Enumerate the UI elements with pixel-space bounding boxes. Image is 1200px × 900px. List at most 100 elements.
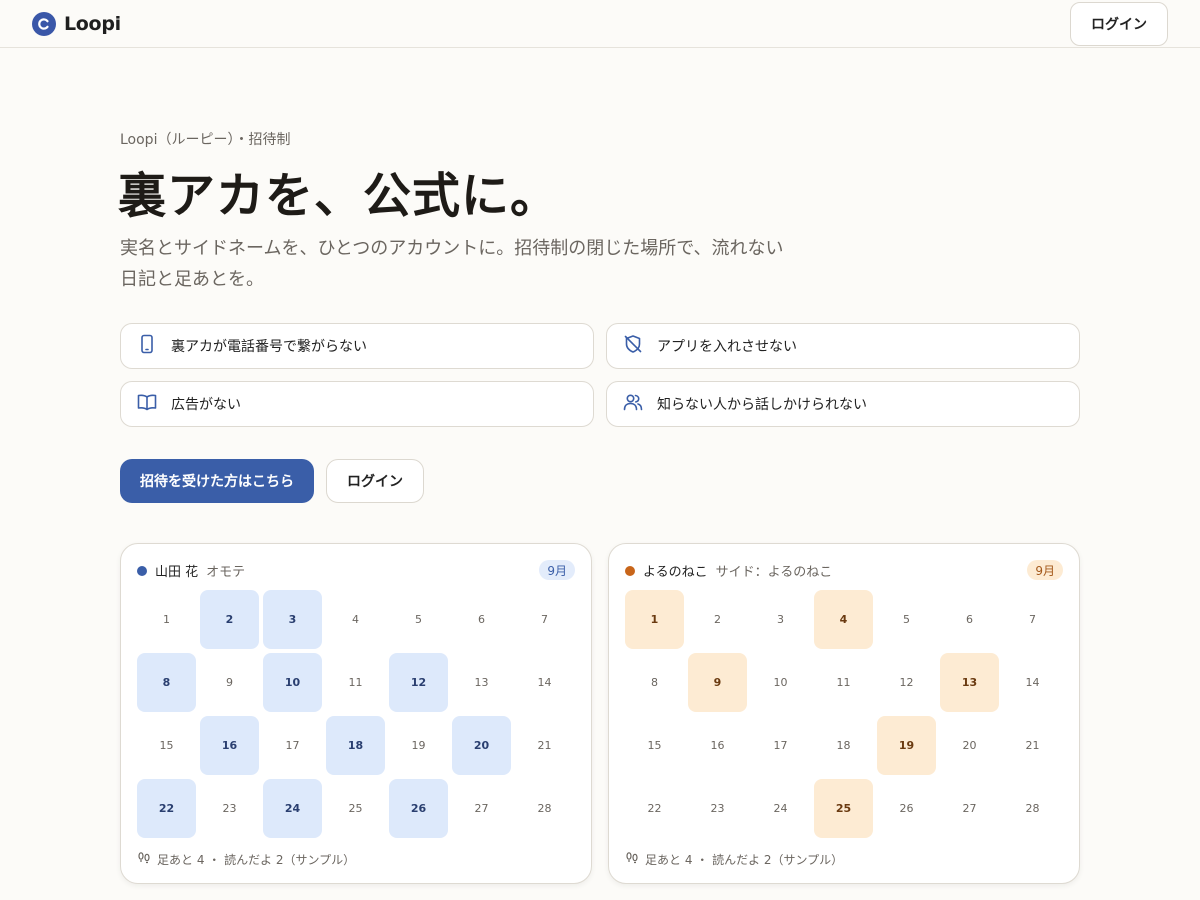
- calendar-day[interactable]: 11: [326, 653, 385, 712]
- calendar-day[interactable]: 25: [814, 779, 873, 838]
- shield-off-icon: [623, 334, 643, 358]
- calendar-day[interactable]: 13: [940, 653, 999, 712]
- feature-label: 広告がない: [171, 397, 241, 413]
- calendar-day[interactable]: 11: [814, 653, 873, 712]
- calendar-day[interactable]: 3: [263, 590, 322, 649]
- card-footer-text: 足あと 4 ・ 読んだよ 2（サンプル）: [157, 853, 356, 867]
- calendar-day[interactable]: 5: [877, 590, 936, 649]
- calendar-day[interactable]: 23: [200, 779, 259, 838]
- hero-title: 裏アカを、公式に。: [118, 168, 560, 224]
- card-footer: 足あと 4 ・ 読んだよ 2（サンプル）: [137, 851, 355, 868]
- footprints-icon: [625, 851, 639, 868]
- calendar-day[interactable]: 10: [263, 653, 322, 712]
- calendar-day[interactable]: 21: [515, 716, 574, 775]
- feature-label: アプリを入れさせない: [657, 339, 797, 355]
- calendar-day[interactable]: 27: [940, 779, 999, 838]
- calendar-day[interactable]: 8: [625, 653, 684, 712]
- calendar-day[interactable]: 7: [515, 590, 574, 649]
- calendar-day[interactable]: 22: [625, 779, 684, 838]
- calendar-day[interactable]: 1: [137, 590, 196, 649]
- calendar-day[interactable]: 19: [877, 716, 936, 775]
- calendar-day[interactable]: 26: [389, 779, 448, 838]
- card-header: よるのねこ サイド：よるのねこ: [625, 561, 832, 580]
- card-user-role: サイド：よるのねこ: [715, 565, 833, 580]
- calendar-day[interactable]: 9: [200, 653, 259, 712]
- book-open-icon: [137, 392, 157, 416]
- calendar-day[interactable]: 28: [1003, 779, 1062, 838]
- calendar-day[interactable]: 18: [326, 716, 385, 775]
- feature-phone-privacy: 裏アカが電話番号で繋がらない: [120, 323, 594, 369]
- calendar-day[interactable]: 15: [625, 716, 684, 775]
- status-dot: [137, 565, 147, 576]
- calendar-day[interactable]: 27: [452, 779, 511, 838]
- footprints-icon: [137, 851, 151, 868]
- users-icon: [623, 392, 643, 416]
- calendar-day[interactable]: 8: [137, 653, 196, 712]
- status-dot: [625, 565, 635, 576]
- calendar-day[interactable]: 24: [751, 779, 810, 838]
- hero-eyebrow: Loopi（ルーピー）・招待制: [120, 132, 291, 148]
- calendar-day[interactable]: 5: [389, 590, 448, 649]
- card-header: 山田 花 オモテ: [137, 561, 245, 580]
- calendar-day[interactable]: 16: [200, 716, 259, 775]
- calendar-day[interactable]: 17: [263, 716, 322, 775]
- calendar-day[interactable]: 9: [688, 653, 747, 712]
- calendar-day[interactable]: 17: [751, 716, 810, 775]
- calendar-day[interactable]: 12: [389, 653, 448, 712]
- calendar-day[interactable]: 22: [137, 779, 196, 838]
- month-badge: 9月: [1027, 560, 1063, 580]
- calendar-day[interactable]: 21: [1003, 716, 1062, 775]
- calendar-day[interactable]: 1: [625, 590, 684, 649]
- calendar-day[interactable]: 28: [515, 779, 574, 838]
- month-badge: 9月: [539, 560, 575, 580]
- top-header: Loopi ログイン: [0, 0, 1200, 48]
- hero-subtitle-line2: 日記と足あとを。: [120, 269, 264, 290]
- calendar-day[interactable]: 6: [452, 590, 511, 649]
- calendar-day[interactable]: 10: [751, 653, 810, 712]
- calendar-day[interactable]: 24: [263, 779, 322, 838]
- feature-label: 裏アカが電話番号で繋がらない: [171, 339, 367, 355]
- card-footer: 足あと 4 ・ 読んだよ 2（サンプル）: [625, 851, 843, 868]
- calendar-day[interactable]: 20: [452, 716, 511, 775]
- card-footer-text: 足あと 4 ・ 読んだよ 2（サンプル）: [645, 853, 844, 867]
- accept-invite-button[interactable]: 招待を受けた方はこちら: [120, 459, 314, 503]
- header-login-button[interactable]: ログイン: [1070, 2, 1168, 46]
- hero-subtitle: 実名とサイドネームを、ひとつのアカウントに。招待制の閉じた場所で、流れない 日記…: [120, 233, 800, 295]
- loopi-logo-icon: [32, 12, 56, 36]
- feature-no-app: アプリを入れさせない: [606, 323, 1080, 369]
- calendar-card-side: よるのねこ サイド：よるのねこ 9月 1 2 3 4 5 6 7 8 9 10 11 12 13 14 15…: [608, 543, 1080, 884]
- calendar-day[interactable]: 26: [877, 779, 936, 838]
- calendar-day[interactable]: 4: [326, 590, 385, 649]
- calendar-day[interactable]: 4: [814, 590, 873, 649]
- calendar-day[interactable]: 14: [515, 653, 574, 712]
- smartphone-icon: [137, 334, 157, 358]
- feature-label: 知らない人から話しかけられない: [657, 397, 867, 413]
- login-button[interactable]: ログイン: [326, 459, 424, 503]
- calendar-grid: 1 2 3 4 5 6 7 8 9 10 11 12 13 14 15 16 17 18 19 20 21 22 23 24 2…: [625, 590, 1066, 840]
- calendar-day[interactable]: 16: [688, 716, 747, 775]
- feature-no-ads: 広告がない: [120, 381, 594, 427]
- card-user-role: オモテ: [206, 565, 246, 580]
- logo[interactable]: Loopi: [32, 12, 121, 36]
- calendar-day[interactable]: 2: [200, 590, 259, 649]
- calendar-day[interactable]: 7: [1003, 590, 1062, 649]
- calendar-card-omote: 山田 花 オモテ 9月 1 2 3 4 5 6 7 8 9 10 11 12 13 14 15 16 17 18 1…: [120, 543, 592, 884]
- calendar-day[interactable]: 2: [688, 590, 747, 649]
- calendar-day[interactable]: 13: [452, 653, 511, 712]
- calendar-day[interactable]: 3: [751, 590, 810, 649]
- calendar-day[interactable]: 25: [326, 779, 385, 838]
- calendar-day[interactable]: 6: [940, 590, 999, 649]
- calendar-day[interactable]: 19: [389, 716, 448, 775]
- hero-subtitle-line1: 実名とサイドネームを、ひとつのアカウントに。招待制の閉じた場所で、流れない: [120, 238, 784, 259]
- calendar-day[interactable]: 12: [877, 653, 936, 712]
- calendar-day[interactable]: 18: [814, 716, 873, 775]
- card-user-name: よるのねこ: [643, 565, 708, 580]
- calendar-day[interactable]: 20: [940, 716, 999, 775]
- calendar-day[interactable]: 23: [688, 779, 747, 838]
- calendar-grid: 1 2 3 4 5 6 7 8 9 10 11 12 13 14 15 16 17 18 19 20 21 22 23 24 2…: [137, 590, 578, 840]
- calendar-day[interactable]: 15: [137, 716, 196, 775]
- logo-text: Loopi: [64, 13, 121, 35]
- calendar-day[interactable]: 14: [1003, 653, 1062, 712]
- card-user-name: 山田 花: [155, 565, 199, 580]
- feature-no-strangers: 知らない人から話しかけられない: [606, 381, 1080, 427]
